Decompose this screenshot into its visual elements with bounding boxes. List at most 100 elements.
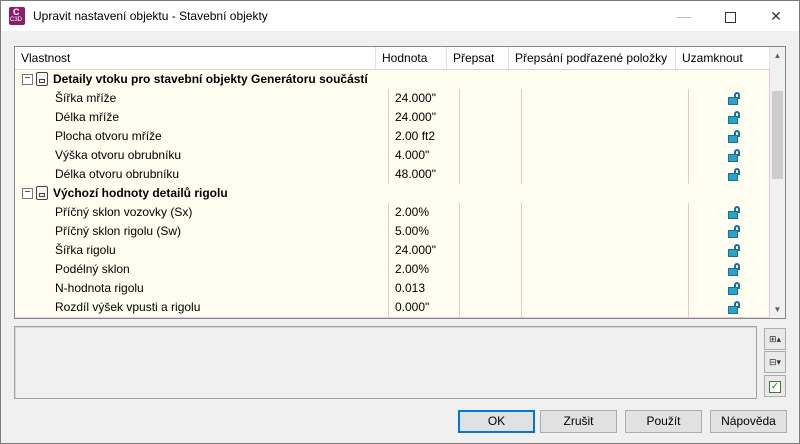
lock-cell[interactable]: [689, 127, 770, 146]
unlocked-padlock-icon[interactable]: [728, 149, 742, 162]
property-value[interactable]: 5.00%: [389, 222, 460, 241]
lock-cell[interactable]: [689, 108, 770, 127]
apply-button[interactable]: Použít: [625, 410, 702, 433]
property-name-cell: Příčný sklon rigolu (Sw): [15, 222, 389, 241]
header-property[interactable]: Vlastnost: [15, 47, 376, 69]
cancel-button[interactable]: Zrušit: [540, 410, 617, 433]
lock-cell[interactable]: [689, 165, 770, 184]
property-value[interactable]: 48.000": [389, 165, 460, 184]
property-row[interactable]: Šířka rigolu 24.000": [15, 241, 770, 261]
scroll-thumb[interactable]: [772, 91, 783, 179]
header-value[interactable]: Hodnota: [376, 47, 447, 69]
property-value[interactable]: 2.00%: [389, 203, 460, 222]
child-override-cell[interactable]: [522, 279, 689, 298]
property-value[interactable]: 2.00%: [389, 260, 460, 279]
child-override-cell[interactable]: [522, 146, 689, 165]
override-cell[interactable]: [460, 108, 522, 127]
property-row[interactable]: Výška otvoru obrubníku 4.000": [15, 146, 770, 166]
app-icon-letter: C: [13, 7, 20, 17]
header-override[interactable]: Přepsat: [447, 47, 509, 69]
child-override-cell[interactable]: [522, 108, 689, 127]
close-icon: ✕: [770, 8, 782, 24]
category-cell: − Výchozí hodnoty detailů rigolu: [15, 184, 770, 203]
override-cell[interactable]: [460, 222, 522, 241]
help-button[interactable]: Nápověda: [710, 410, 787, 433]
property-row[interactable]: Rozdíl výšek vpusti a rigolu 0.000": [15, 298, 770, 318]
property-value[interactable]: 24.000": [389, 89, 460, 108]
child-override-cell[interactable]: [522, 298, 689, 317]
override-cell[interactable]: [460, 203, 522, 222]
category-row[interactable]: − Detaily vtoku pro stavební objekty Gene…: [15, 70, 770, 90]
lock-cell[interactable]: [689, 203, 770, 222]
override-cell[interactable]: [460, 298, 522, 317]
property-row[interactable]: Plocha otvoru mříže 2.00 ft2: [15, 127, 770, 147]
lock-cell[interactable]: [689, 279, 770, 298]
property-value[interactable]: 24.000": [389, 241, 460, 260]
collapse-all-button[interactable]: ⊟▾: [764, 351, 786, 373]
child-override-cell[interactable]: [522, 203, 689, 222]
override-cell[interactable]: [460, 165, 522, 184]
unlocked-padlock-icon[interactable]: [728, 225, 742, 238]
property-row[interactable]: Příčný sklon rigolu (Sw) 5.00%: [15, 222, 770, 242]
unlocked-padlock-icon[interactable]: [728, 206, 742, 219]
unlocked-padlock-icon[interactable]: [728, 111, 742, 124]
header-lock[interactable]: Uzamknout: [676, 47, 770, 69]
category-row[interactable]: − Výchozí hodnoty detailů rigolu: [15, 184, 770, 204]
maximize-button[interactable]: [707, 1, 753, 31]
close-button[interactable]: ✕: [753, 1, 799, 31]
collapse-toggle-icon[interactable]: −: [22, 188, 33, 199]
property-row[interactable]: N-hodnota rigolu 0.013: [15, 279, 770, 299]
unlocked-padlock-icon[interactable]: [728, 92, 742, 105]
lock-cell[interactable]: [689, 222, 770, 241]
override-cell[interactable]: [460, 279, 522, 298]
child-override-cell[interactable]: [522, 89, 689, 108]
lock-cell[interactable]: [689, 298, 770, 317]
header-child-override[interactable]: Přepsání podřazené položky: [509, 47, 676, 69]
property-value[interactable]: 4.000": [389, 146, 460, 165]
unlocked-padlock-icon[interactable]: [728, 130, 742, 143]
property-name-cell: Rozdíl výšek vpusti a rigolu: [15, 298, 389, 317]
override-cell[interactable]: [460, 89, 522, 108]
override-cell[interactable]: [460, 260, 522, 279]
ok-button[interactable]: OK: [458, 410, 535, 433]
override-cell[interactable]: [460, 127, 522, 146]
property-row[interactable]: Šířka mříže 24.000": [15, 89, 770, 109]
title-bar[interactable]: C C3D Upravit nastavení objektu - Staveb…: [1, 1, 799, 31]
unlocked-padlock-icon[interactable]: [728, 244, 742, 257]
scroll-up-icon[interactable]: ▲: [770, 47, 785, 64]
property-value[interactable]: 2.00 ft2: [389, 127, 460, 146]
child-override-cell[interactable]: [522, 241, 689, 260]
grid-vertical-scrollbar[interactable]: ▲ ▼: [770, 47, 785, 318]
unlocked-padlock-icon[interactable]: [728, 168, 742, 181]
collapse-toggle-icon[interactable]: −: [22, 74, 33, 85]
property-row[interactable]: Podélný sklon 2.00%: [15, 260, 770, 280]
override-cell[interactable]: [460, 241, 522, 260]
property-name-cell: Délka otvoru obrubníku: [15, 165, 389, 184]
unlocked-padlock-icon[interactable]: [728, 282, 742, 295]
property-name: Plocha otvoru mříže: [55, 129, 162, 143]
lock-cell[interactable]: [689, 146, 770, 165]
lock-cell[interactable]: [689, 241, 770, 260]
property-value[interactable]: 0.013: [389, 279, 460, 298]
property-value[interactable]: 0.000": [389, 298, 460, 317]
child-override-cell[interactable]: [522, 260, 689, 279]
property-name: Šířka rigolu: [55, 243, 116, 257]
property-name: Podélný sklon: [55, 262, 130, 276]
property-value[interactable]: 24.000": [389, 108, 460, 127]
unlocked-padlock-icon[interactable]: [728, 263, 742, 276]
expand-all-button[interactable]: ⊞▴: [764, 328, 786, 350]
property-row[interactable]: Délka otvoru obrubníku 48.000": [15, 165, 770, 185]
override-cell[interactable]: [460, 146, 522, 165]
checkbox-toggle-button[interactable]: ✓: [764, 375, 786, 397]
property-row[interactable]: Příčný sklon vozovky (Sx) 2.00%: [15, 203, 770, 223]
child-override-cell[interactable]: [522, 165, 689, 184]
lock-cell[interactable]: [689, 89, 770, 108]
lock-cell[interactable]: [689, 260, 770, 279]
property-row[interactable]: Délka mříže 24.000": [15, 108, 770, 128]
scroll-down-icon[interactable]: ▼: [770, 301, 785, 318]
unlocked-padlock-icon[interactable]: [728, 301, 742, 314]
maximize-icon: [724, 11, 736, 23]
property-name-cell: N-hodnota rigolu: [15, 279, 389, 298]
child-override-cell[interactable]: [522, 127, 689, 146]
child-override-cell[interactable]: [522, 222, 689, 241]
